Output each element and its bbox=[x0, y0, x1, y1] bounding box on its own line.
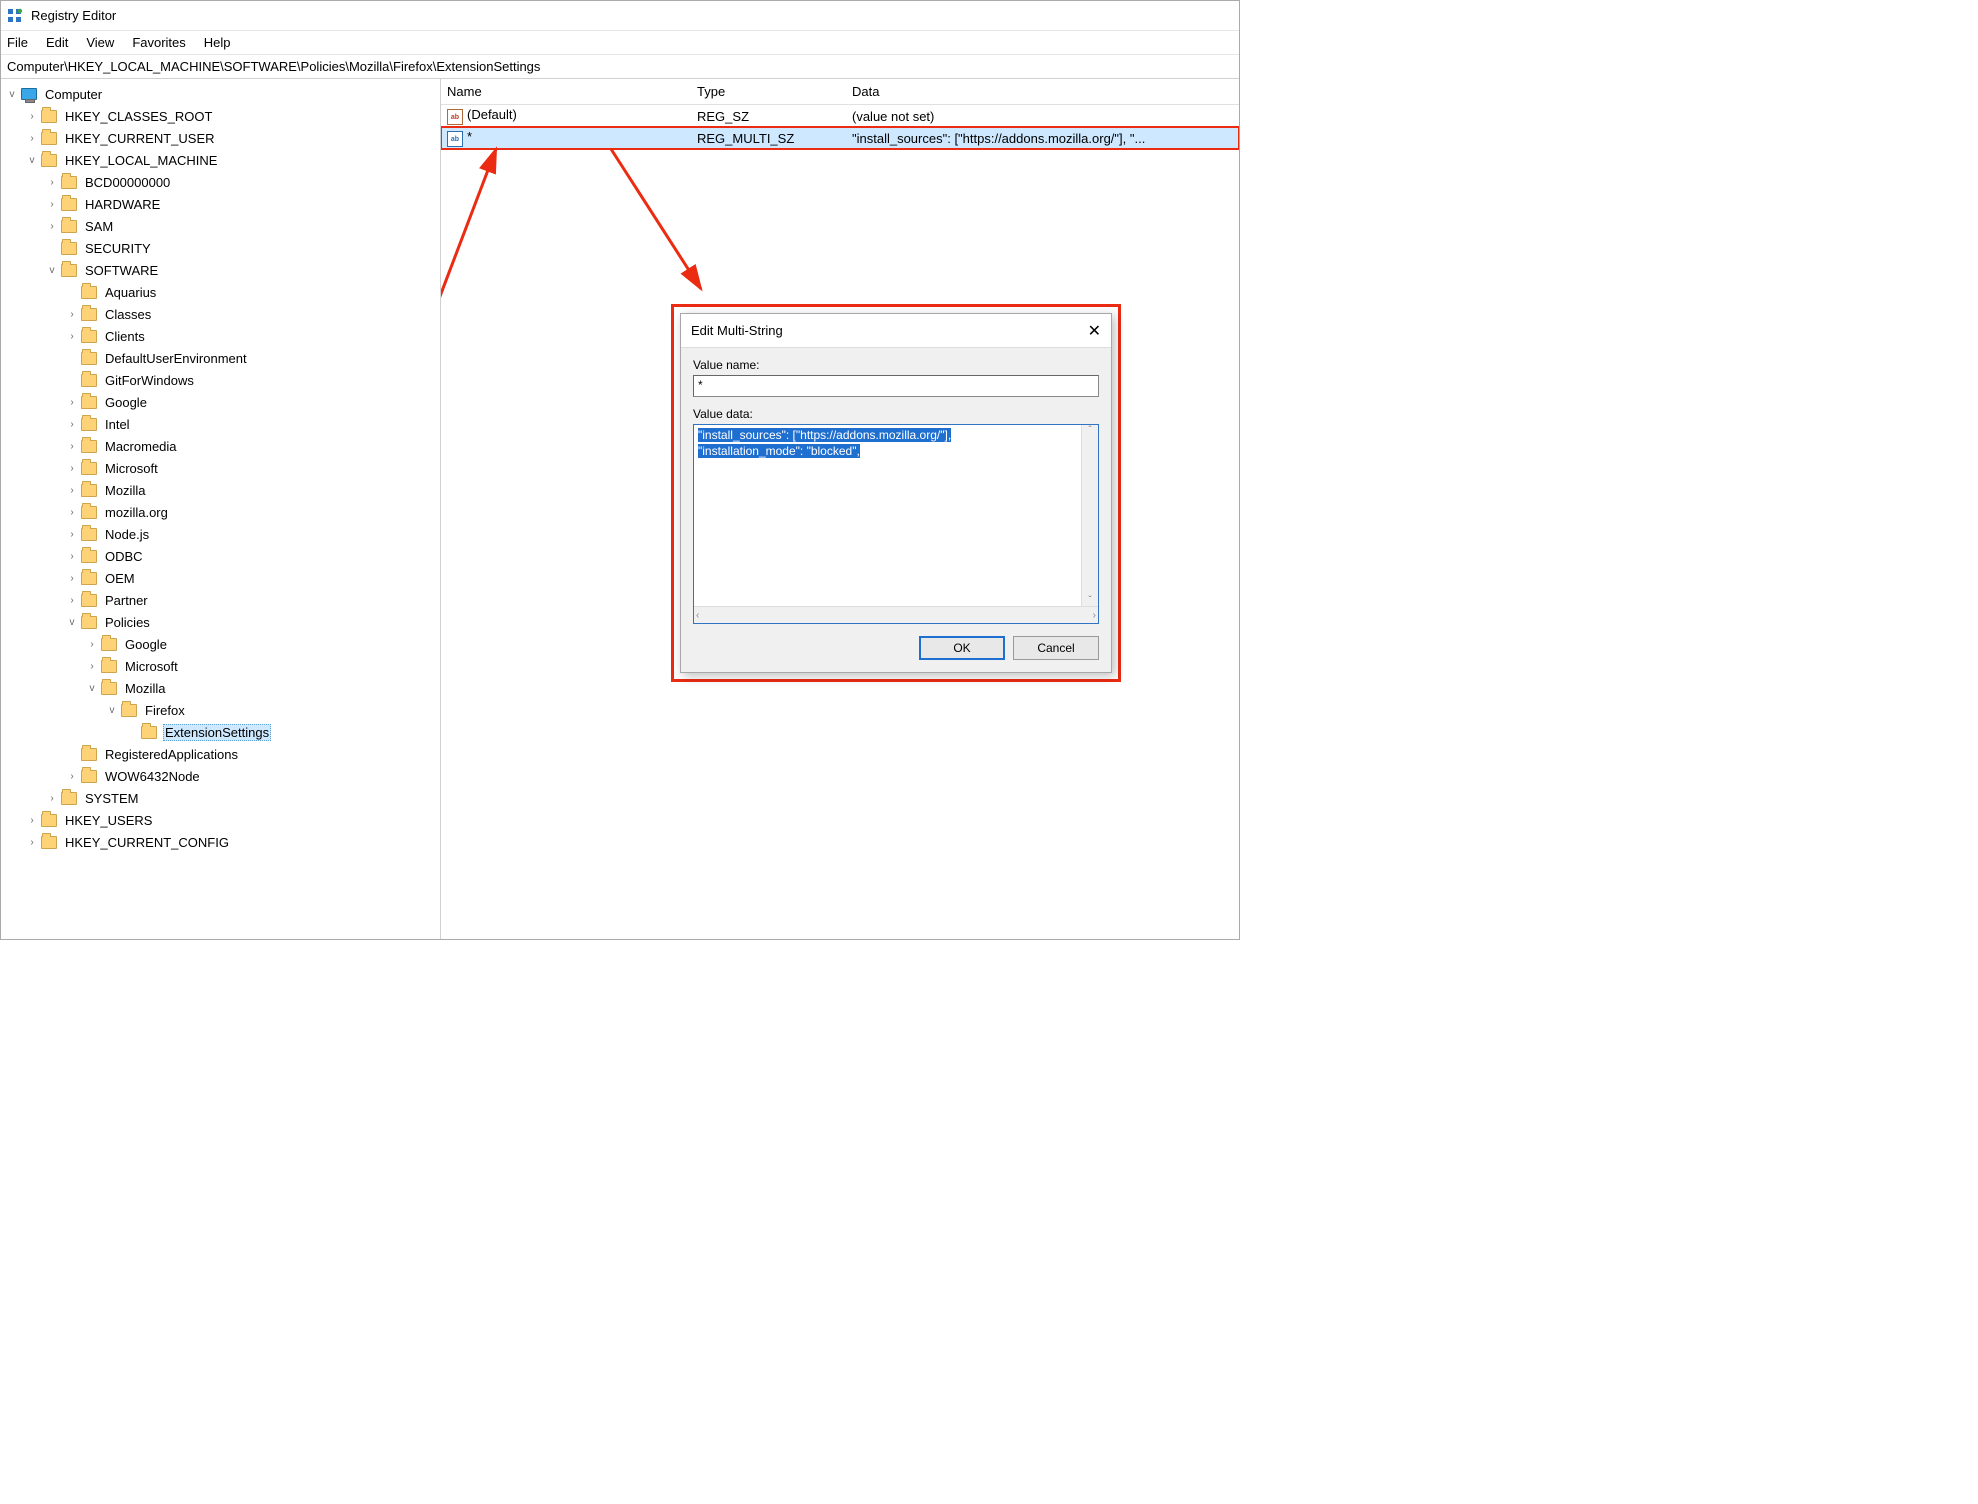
menu-file[interactable]: File bbox=[7, 35, 28, 50]
menu-favorites[interactable]: Favorites bbox=[132, 35, 185, 50]
tree-hardware[interactable]: ›HARDWARE bbox=[45, 193, 440, 215]
tree-hklm[interactable]: vHKEY_LOCAL_MACHINE bbox=[25, 149, 440, 171]
tree-sam[interactable]: ›SAM bbox=[45, 215, 440, 237]
regedit-icon bbox=[7, 8, 23, 24]
tree-policies[interactable]: vPolicies bbox=[65, 611, 440, 633]
values-pane: Name Type Data ab(Default) REG_SZ (value… bbox=[441, 79, 1239, 939]
tree-extensionsettings[interactable]: ·ExtensionSettings bbox=[125, 721, 440, 743]
tree-classes[interactable]: ›Classes bbox=[65, 303, 440, 325]
address-text: Computer\HKEY_LOCAL_MACHINE\SOFTWARE\Pol… bbox=[7, 59, 540, 74]
tree-intel[interactable]: ›Intel bbox=[65, 413, 440, 435]
titlebar: Registry Editor bbox=[1, 1, 1239, 31]
value-row-star[interactable]: ab* REG_MULTI_SZ "install_sources": ["ht… bbox=[441, 127, 1239, 149]
close-icon[interactable]: ✕ bbox=[1088, 321, 1101, 341]
ok-button[interactable]: OK bbox=[919, 636, 1005, 660]
tree-policies-microsoft[interactable]: ›Microsoft bbox=[85, 655, 440, 677]
tree-hkcc[interactable]: ›HKEY_CURRENT_CONFIG bbox=[25, 831, 440, 853]
value-data-textarea[interactable]: "install_sources": ["https://addons.mozi… bbox=[693, 424, 1099, 624]
tree-mozilla-org[interactable]: ›mozilla.org bbox=[65, 501, 440, 523]
scrollbar-vertical[interactable]: ˆˇ bbox=[1081, 425, 1098, 606]
tree-microsoft[interactable]: ›Microsoft bbox=[65, 457, 440, 479]
tree-macromedia[interactable]: ›Macromedia bbox=[65, 435, 440, 457]
tree-pane[interactable]: vComputer ›HKEY_CLASSES_ROOT ›HKEY_CURRE… bbox=[1, 79, 441, 939]
col-data[interactable]: Data bbox=[846, 84, 1239, 99]
col-type[interactable]: Type bbox=[691, 84, 846, 99]
registry-editor-window: Registry Editor File Edit View Favorites… bbox=[0, 0, 1240, 940]
menubar: File Edit View Favorites Help bbox=[1, 31, 1239, 55]
tree-clients[interactable]: ›Clients bbox=[65, 325, 440, 347]
tree-mozilla[interactable]: ›Mozilla bbox=[65, 479, 440, 501]
tree-software[interactable]: vSOFTWARE bbox=[45, 259, 440, 281]
tree-policies-mozilla[interactable]: vMozilla bbox=[85, 677, 440, 699]
menu-view[interactable]: View bbox=[86, 35, 114, 50]
tree-due[interactable]: ·DefaultUserEnvironment bbox=[65, 347, 440, 369]
tree-google[interactable]: ›Google bbox=[65, 391, 440, 413]
tree-bcd[interactable]: ›BCD00000000 bbox=[45, 171, 440, 193]
value-name-label: Value name: bbox=[693, 358, 1099, 372]
col-name[interactable]: Name bbox=[441, 84, 691, 99]
tree-policies-google[interactable]: ›Google bbox=[85, 633, 440, 655]
tree-oem[interactable]: ›OEM bbox=[65, 567, 440, 589]
tree-odbc[interactable]: ›ODBC bbox=[65, 545, 440, 567]
tree-security[interactable]: ·SECURITY bbox=[45, 237, 440, 259]
tree-wow6432node[interactable]: ›WOW6432Node bbox=[65, 765, 440, 787]
address-bar[interactable]: Computer\HKEY_LOCAL_MACHINE\SOFTWARE\Pol… bbox=[1, 55, 1239, 79]
app-title: Registry Editor bbox=[31, 8, 116, 23]
edit-multistring-dialog: Edit Multi-String ✕ Value name: * Value … bbox=[680, 313, 1112, 673]
dialog-title: Edit Multi-String bbox=[691, 323, 783, 338]
computer-icon bbox=[21, 88, 37, 100]
values-header[interactable]: Name Type Data bbox=[441, 79, 1239, 105]
tree-system[interactable]: ›SYSTEM bbox=[45, 787, 440, 809]
tree-partner[interactable]: ›Partner bbox=[65, 589, 440, 611]
tree-hkcu[interactable]: ›HKEY_CURRENT_USER bbox=[25, 127, 440, 149]
tree-policies-firefox[interactable]: vFirefox bbox=[105, 699, 440, 721]
menu-help[interactable]: Help bbox=[204, 35, 231, 50]
scrollbar-horizontal[interactable]: ‹› bbox=[694, 606, 1098, 623]
tree-gitforwindows[interactable]: ·GitForWindows bbox=[65, 369, 440, 391]
tree-aquarius[interactable]: ·Aquarius bbox=[65, 281, 440, 303]
folder-icon bbox=[41, 110, 57, 123]
reg-sz-icon: ab bbox=[447, 109, 463, 125]
tree-nodejs[interactable]: ›Node.js bbox=[65, 523, 440, 545]
tree-registeredapplications[interactable]: ·RegisteredApplications bbox=[65, 743, 440, 765]
tree-hkcr[interactable]: ›HKEY_CLASSES_ROOT bbox=[25, 105, 440, 127]
value-data-label: Value data: bbox=[693, 407, 1099, 421]
value-row-default[interactable]: ab(Default) REG_SZ (value not set) bbox=[441, 105, 1239, 127]
menu-edit[interactable]: Edit bbox=[46, 35, 68, 50]
tree-hku[interactable]: ›HKEY_USERS bbox=[25, 809, 440, 831]
tree-computer[interactable]: vComputer bbox=[5, 83, 440, 105]
dialog-highlight: Edit Multi-String ✕ Value name: * Value … bbox=[671, 304, 1121, 682]
value-name-field[interactable]: * bbox=[693, 375, 1099, 397]
cancel-button[interactable]: Cancel bbox=[1013, 636, 1099, 660]
reg-multi-sz-icon: ab bbox=[447, 131, 463, 147]
